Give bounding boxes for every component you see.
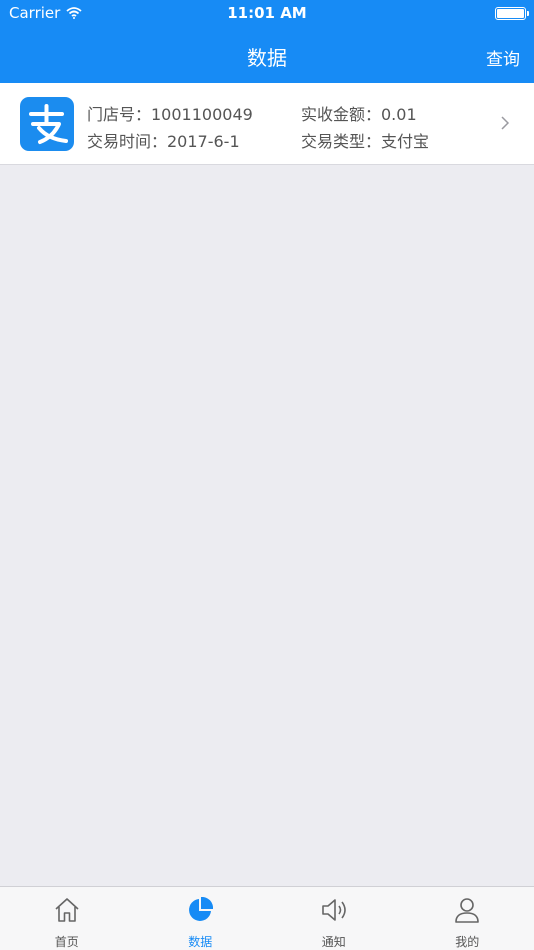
transaction-row[interactable]: 门店号：1001100049 实收金额：0.01 交易时间：2017-6-1 交… [0,83,534,165]
transaction-type: 交易类型：支付宝 [301,132,430,151]
nav-bar: 数据 查询 [0,28,534,83]
received-amount: 实收金额：0.01 [301,105,417,124]
speaker-icon [321,899,346,921]
status-time: 11:01 AM [227,4,307,22]
tab-mine[interactable]: 我的 [401,887,534,950]
tab-mine-label: 我的 [455,935,480,949]
home-icon [55,898,79,922]
chevron-right-icon [501,116,510,130]
page-title: 数据 [247,46,287,70]
query-button[interactable]: 查询 [486,45,520,70]
tab-data[interactable]: 数据 [134,887,268,950]
tab-home[interactable]: 首页 [0,887,134,950]
header: Carrier 11:01 AM 数据 查询 [0,0,534,83]
alipay-icon [20,97,74,151]
tab-notify[interactable]: 通知 [267,887,401,950]
battery-icon [495,7,529,20]
pie-chart-icon [189,897,214,921]
store-number: 门店号：1001100049 [87,105,253,124]
tab-notify-label: 通知 [321,935,346,949]
tab-data-label: 数据 [188,935,213,949]
screen: Carrier 11:01 AM 数据 查询 门店号：1001100049 实收… [0,0,534,950]
status-bar: Carrier 11:01 AM [0,0,534,28]
tab-bar: 首页 数据 通知 我的 [0,886,534,950]
tab-home-label: 首页 [54,935,79,949]
user-icon [455,898,480,923]
transaction-time: 交易时间：2017-6-1 [87,132,240,151]
